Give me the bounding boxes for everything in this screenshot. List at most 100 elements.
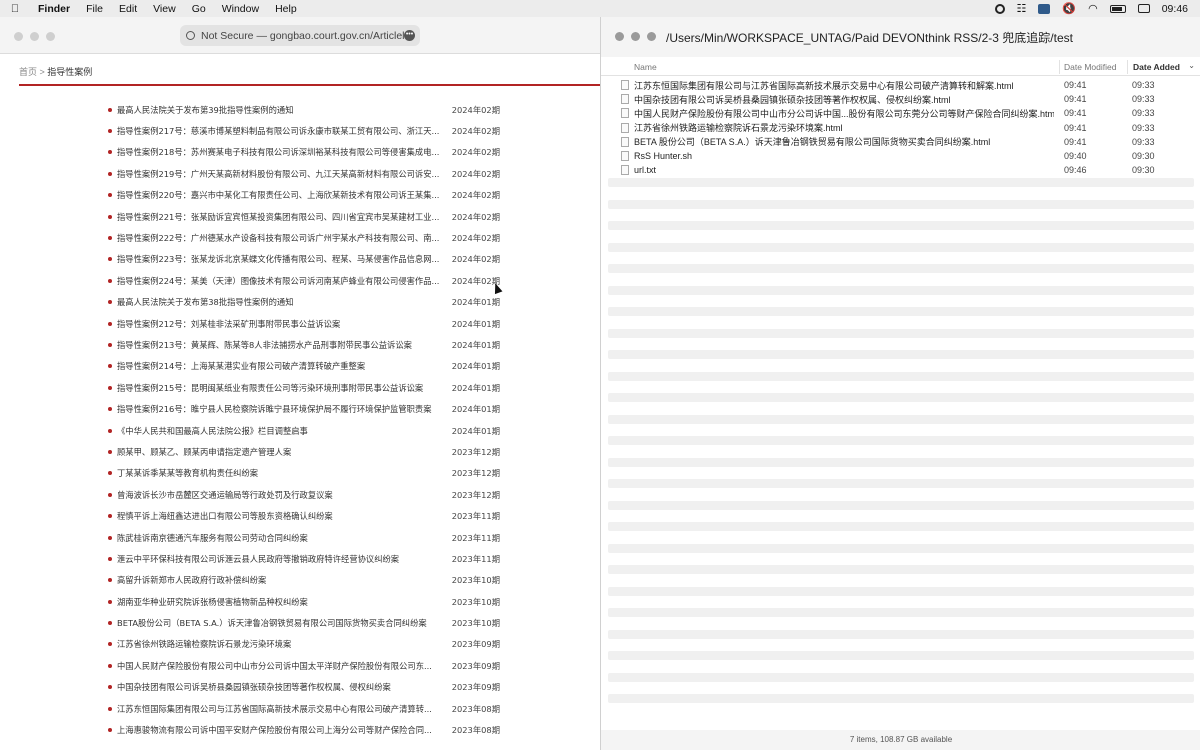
article-title[interactable]: 江苏东恒国际集团有限公司与江苏省国际高新技术展示交易中心有限公司破产清算转... — [117, 703, 447, 715]
article-row[interactable]: 程慎平诉上海纽鑫达进出口有限公司等股东资格确认纠纷案 2023年11期 — [108, 505, 500, 526]
article-row[interactable]: 最高人民法院关于发布第39批指导性案例的通知 2024年02期 — [108, 99, 500, 120]
article-row[interactable]: 中国杂技团有限公司诉吴桥县桑园镇张硕杂技团等著作权权属、侵权纠纷案 2023年09… — [108, 677, 500, 698]
file-name[interactable]: 中国人民财产保险股份有限公司中山市分公司诉中国...股份有限公司东莞分公司等财产… — [634, 107, 1054, 120]
article-row[interactable]: 湖南亚华种业研究院诉张杨侵害植物新品种权纠纷案 2023年10期 — [108, 591, 500, 612]
article-title[interactable]: 中国杂技团有限公司诉吴桥县桑园镇张硕杂技团等著作权权属、侵权纠纷案 — [117, 681, 447, 693]
menu-window[interactable]: Window — [214, 3, 267, 15]
article-title[interactable]: 湖南亚华种业研究院诉张杨侵害植物新品种权纠纷案 — [117, 596, 447, 608]
control-center-icon[interactable] — [1137, 4, 1150, 13]
finder-minimize-button[interactable] — [631, 32, 640, 41]
file-name[interactable]: 江苏省徐州铁路运输检察院诉石景龙污染环境案.html — [634, 121, 1054, 134]
article-title[interactable]: BETA股份公司（BETA S.A.）诉天津鲁冶钢铁贸易有限公司国际货物买卖合同… — [117, 617, 447, 629]
menu-clock[interactable]: 09:46 — [1162, 3, 1188, 15]
menu-edit[interactable]: Edit — [111, 3, 145, 15]
article-row[interactable]: 高留升诉新郑市人民政府行政补偿纠纷案 2023年10期 — [108, 570, 500, 591]
more-options-icon[interactable]: ••• — [404, 30, 415, 41]
article-title[interactable]: 曾海波诉长沙市岳麓区交通运输局等行政处罚及行政复议案 — [117, 489, 447, 501]
article-title[interactable]: 《中华人民共和国最高人民法院公报》栏目调整启事 — [117, 425, 447, 437]
article-title[interactable]: 指导性案例222号：广州德某水产设备科技有限公司诉广州宇某水产科技有限公司、南.… — [117, 232, 447, 244]
article-row[interactable]: 指导性案例218号：苏州赛某电子科技有限公司诉深圳裕某科技有限公司等侵害集成电.… — [108, 142, 500, 163]
column-date-modified[interactable]: Date Modified — [1064, 62, 1116, 72]
article-row[interactable]: 指导性案例222号：广州德某水产设备科技有限公司诉广州宇某水产科技有限公司、南.… — [108, 227, 500, 248]
column-separator[interactable] — [1127, 60, 1128, 74]
column-separator[interactable] — [1059, 60, 1060, 74]
article-title[interactable]: 程慎平诉上海纽鑫达进出口有限公司等股东资格确认纠纷案 — [117, 510, 447, 522]
article-row[interactable]: 《中华人民共和国最高人民法院公报》栏目调整启事 2024年01期 — [108, 420, 500, 441]
article-title[interactable]: 高留升诉新郑市人民政府行政补偿纠纷案 — [117, 574, 447, 586]
article-title[interactable]: 丁某某诉季某某等教育机构责任纠纷案 — [117, 467, 447, 479]
article-title[interactable]: 指导性案例213号：黄某辉、陈某等8人非法捕捞水产品刑事附带民事公益诉讼案 — [117, 339, 447, 351]
address-bar[interactable]: Not Secure — gongbao.court.gov.cn/Articl… — [180, 25, 420, 46]
article-row[interactable]: 滙云中平环保科技有限公司诉滙云县人民政府等撤销政府特许经营协议纠纷案 2023年1… — [108, 548, 500, 569]
app-status-icon[interactable] — [1038, 3, 1051, 14]
article-row[interactable]: 指导性案例212号：刘某桂非法采矿刑事附带民事公益诉讼案 2024年01期 — [108, 313, 500, 334]
article-title[interactable]: 最高人民法院关于发布第39批指导性案例的通知 — [117, 104, 447, 116]
article-row[interactable]: 中国人民财产保险股份有限公司中山市分公司诉中国太平洋财产保险股份有限公司东...… — [108, 655, 500, 676]
article-row[interactable]: 指导性案例220号：嘉兴市中某化工有限责任公司、上海欣某新技术有限公司诉王某集.… — [108, 185, 500, 206]
article-title[interactable]: 滙云中平环保科技有限公司诉滙云县人民政府等撤销政府特许经营协议纠纷案 — [117, 553, 447, 565]
apple-menu-icon[interactable]:  — [0, 3, 30, 15]
article-row[interactable]: 顾某甲、顾某乙、顾某丙申请指定遗产管理人案 2023年12期 — [108, 441, 500, 462]
article-row[interactable]: 陈武桂诉南京德通汽车服务有限公司劳动合同纠纷案 2023年11期 — [108, 527, 500, 548]
file-name[interactable]: 江苏东恒国际集团有限公司与江苏省国际高新技术展示交易中心有限公司破产清算转和解案… — [634, 79, 1054, 92]
article-title[interactable]: 指导性案例223号：张某龙诉北京某蝶文化传播有限公司、程某、马某侵害作品信息网.… — [117, 253, 447, 265]
breadcrumb-home-link[interactable]: 首页 — [19, 67, 37, 77]
article-row[interactable]: 丁某某诉季某某等教育机构责任纠纷案 2023年12期 — [108, 463, 500, 484]
article-title[interactable]: 指导性案例212号：刘某桂非法采矿刑事附带民事公益诉讼案 — [117, 318, 447, 330]
file-row[interactable]: url.txt 09:46 09:30 — [601, 163, 1200, 177]
article-title[interactable]: 指导性案例220号：嘉兴市中某化工有限责任公司、上海欣某新技术有限公司诉王某集.… — [117, 189, 447, 201]
article-row[interactable]: 指导性案例223号：张某龙诉北京某蝶文化传播有限公司、程某、马某侵害作品信息网.… — [108, 249, 500, 270]
article-row[interactable]: 指导性案例217号：慈溪市博某塑料制品有限公司诉永康市联某工贸有限公司、浙江天.… — [108, 120, 500, 141]
article-row[interactable]: 最高人民法院关于发布第38批指导性案例的通知 2024年01期 — [108, 292, 500, 313]
file-row[interactable]: RsS Hunter.sh 09:40 09:30 — [601, 149, 1200, 163]
menu-view[interactable]: View — [145, 3, 184, 15]
article-title[interactable]: 最高人民法院关于发布第38批指导性案例的通知 — [117, 296, 447, 308]
article-title[interactable]: 指导性案例214号：上海某某港实业有限公司破产清算转破产重整案 — [117, 360, 447, 372]
rss-status-icon[interactable]: ☷ — [1017, 2, 1027, 15]
record-icon[interactable] — [994, 3, 1005, 14]
menu-app-name[interactable]: Finder — [30, 3, 78, 15]
zoom-button[interactable] — [46, 32, 55, 41]
article-title[interactable]: 指导性案例221号：张某励诉宜宾恒某投资集团有限公司、四川省宜宾市吴某建材工业.… — [117, 211, 447, 223]
file-row[interactable]: 江苏东恒国际集团有限公司与江苏省国际高新技术展示交易中心有限公司破产清算转和解案… — [601, 78, 1200, 92]
column-date-added[interactable]: Date Added — [1133, 62, 1180, 72]
file-name[interactable]: BETA 股份公司（BETA S.A.）诉天津鲁冶钢铁贸易有限公司国际货物买卖合… — [634, 135, 1054, 148]
wifi-icon[interactable]: ◠ — [1088, 2, 1098, 15]
file-row[interactable]: 江苏省徐州铁路运输检察院诉石景龙污染环境案.html 09:41 09:33 — [601, 121, 1200, 135]
finder-zoom-button[interactable] — [647, 32, 656, 41]
file-name[interactable]: RsS Hunter.sh — [634, 151, 1054, 161]
battery-icon[interactable] — [1109, 4, 1126, 13]
article-row[interactable]: 江苏省徐州铁路运输检察院诉石景龙污染环境案 2023年09期 — [108, 634, 500, 655]
article-row[interactable]: 指导性案例221号：张某励诉宜宾恒某投资集团有限公司、四川省宜宾市吴某建材工业.… — [108, 206, 500, 227]
article-title[interactable]: 指导性案例224号：某美（天津）图像技术有限公司诉河南某庐蜂业有限公司侵害作品.… — [117, 275, 447, 287]
article-row[interactable]: BETA股份公司（BETA S.A.）诉天津鲁冶钢铁贸易有限公司国际货物买卖合同… — [108, 612, 500, 633]
minimize-button[interactable] — [30, 32, 39, 41]
file-name[interactable]: 中国杂技团有限公司诉吴桥县桑园镇张硕杂技团等著作权权属、侵权纠纷案.html — [634, 93, 1054, 106]
column-name[interactable]: Name — [634, 62, 657, 72]
close-button[interactable] — [14, 32, 23, 41]
article-row[interactable]: 指导性案例224号：某美（天津）图像技术有限公司诉河南某庐蜂业有限公司侵害作品.… — [108, 270, 500, 291]
article-title[interactable]: 指导性案例219号：广州天某高新材料股份有限公司、九江天某高新材料有限公司诉安.… — [117, 168, 447, 180]
article-title[interactable]: 中国人民财产保险股份有限公司中山市分公司诉中国太平洋财产保险股份有限公司东... — [117, 660, 447, 672]
menu-file[interactable]: File — [78, 3, 111, 15]
article-row[interactable]: 指导性案例215号：昆明闽某纸业有限责任公司等污染环境刑事附带民事公益诉讼案 20… — [108, 377, 500, 398]
article-title[interactable]: 指导性案例216号：睢宁县人民检察院诉睢宁县环境保护局不履行环境保护监管职责案 — [117, 403, 447, 415]
file-row[interactable]: 中国人民财产保险股份有限公司中山市分公司诉中国...股份有限公司东莞分公司等财产… — [601, 106, 1200, 120]
article-title[interactable]: 上海惠骏物流有限公司诉中国平安财产保险股份有限公司上海分公司等财产保险合同... — [117, 724, 447, 736]
article-title[interactable]: 指导性案例218号：苏州赛某电子科技有限公司诉深圳裕某科技有限公司等侵害集成电.… — [117, 146, 447, 158]
article-row[interactable]: 上海惠骏物流有限公司诉中国平安财产保险股份有限公司上海分公司等财产保险合同...… — [108, 719, 500, 740]
menu-help[interactable]: Help — [267, 3, 305, 15]
mute-icon[interactable]: 🔇 — [1062, 2, 1076, 15]
article-row[interactable]: 曾海波诉长沙市岳麓区交通运输局等行政处罚及行政复议案 2023年12期 — [108, 484, 500, 505]
article-title[interactable]: 指导性案例215号：昆明闽某纸业有限责任公司等污染环境刑事附带民事公益诉讼案 — [117, 382, 447, 394]
article-row[interactable]: 指导性案例213号：黄某辉、陈某等8人非法捕捞水产品刑事附带民事公益诉讼案 202… — [108, 334, 500, 355]
file-row[interactable]: 中国杂技团有限公司诉吴桥县桑园镇张硕杂技团等著作权权属、侵权纠纷案.html 09… — [601, 92, 1200, 106]
file-name[interactable]: url.txt — [634, 165, 1054, 175]
file-row[interactable]: BETA 股份公司（BETA S.A.）诉天津鲁冶钢铁贸易有限公司国际货物买卖合… — [601, 135, 1200, 149]
article-row[interactable]: 指导性案例214号：上海某某港实业有限公司破产清算转破产重整案 2024年01期 — [108, 356, 500, 377]
article-title[interactable]: 江苏省徐州铁路运输检察院诉石景龙污染环境案 — [117, 638, 447, 650]
article-title[interactable]: 指导性案例217号：慈溪市博某塑料制品有限公司诉永康市联某工贸有限公司、浙江天.… — [117, 125, 447, 137]
menu-go[interactable]: Go — [184, 3, 214, 15]
article-row[interactable]: 指导性案例219号：广州天某高新材料股份有限公司、九江天某高新材料有限公司诉安.… — [108, 163, 500, 184]
article-row[interactable]: 江苏东恒国际集团有限公司与江苏省国际高新技术展示交易中心有限公司破产清算转...… — [108, 698, 500, 719]
